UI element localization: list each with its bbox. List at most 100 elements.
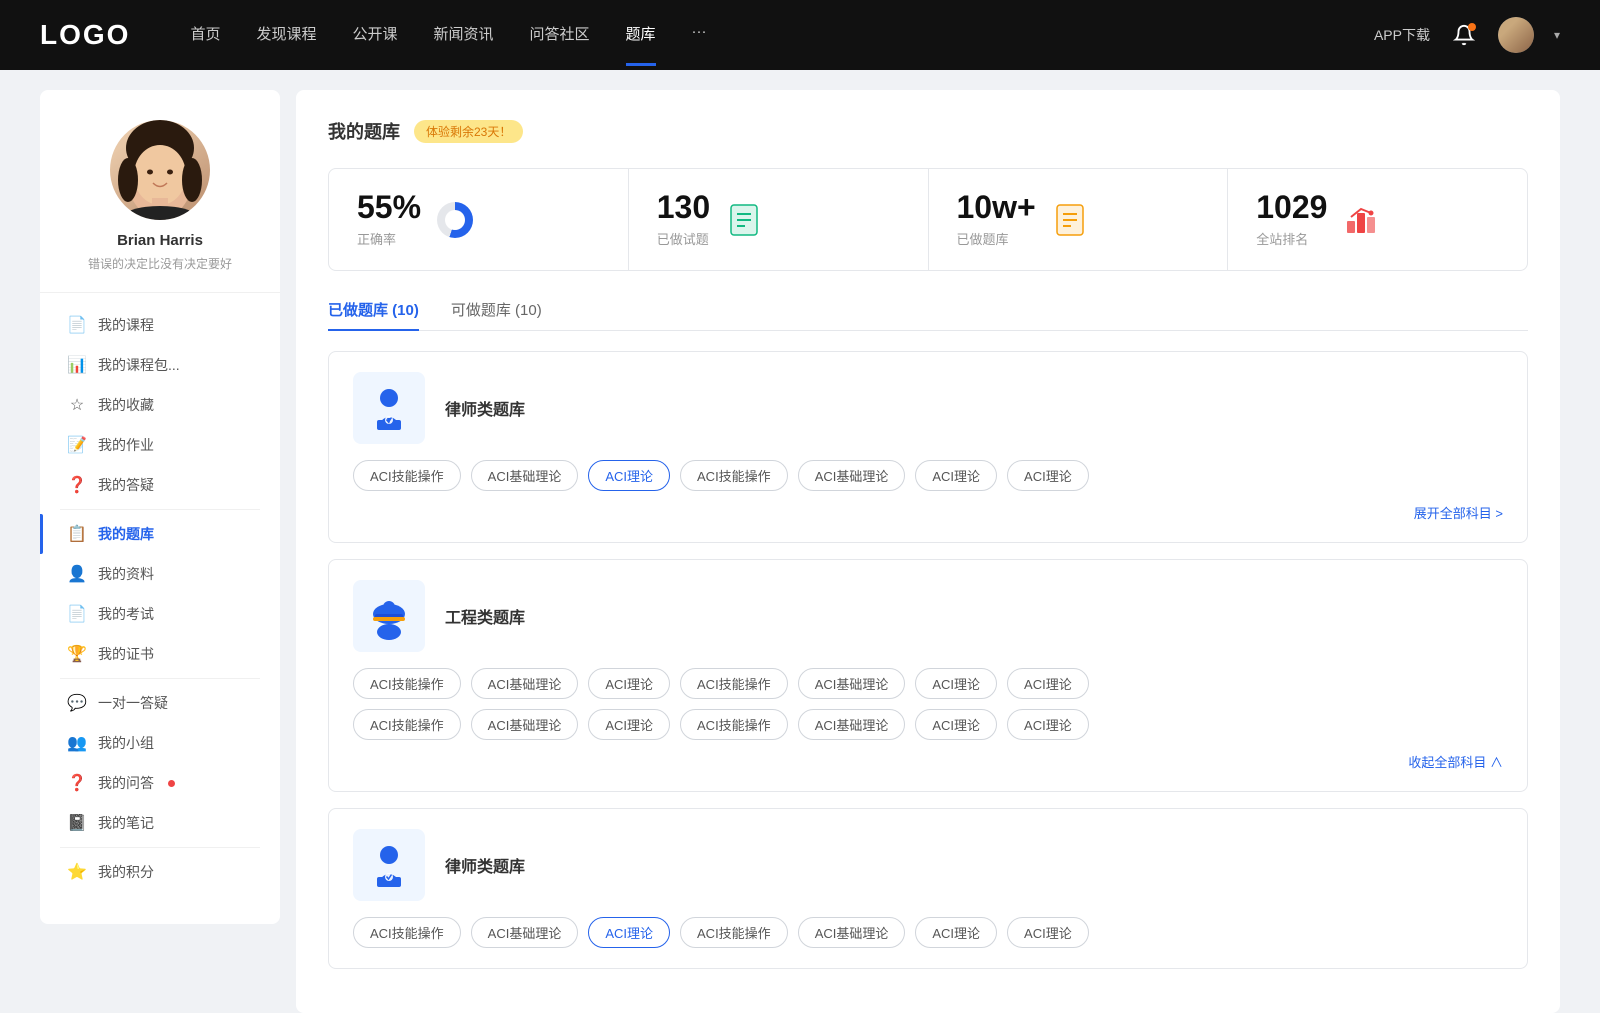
tag[interactable]: ACI理论 — [588, 709, 670, 740]
tag[interactable]: ACI理论 — [1007, 709, 1089, 740]
navbar-right: APP下载 ▾ — [1374, 17, 1560, 53]
sidebar-item-qa-my[interactable]: ❓ 我的答疑 — [40, 465, 280, 505]
tag[interactable]: ACI理论 — [588, 668, 670, 699]
category-tags-lawyer-2: ACI技能操作 ACI基础理论 ACI理论 ACI技能操作 ACI基础理论 AC… — [353, 917, 1503, 948]
sidebar-item-my-courses[interactable]: 📄 我的课程 — [40, 305, 280, 345]
sidebar-item-homework[interactable]: 📝 我的作业 — [40, 425, 280, 465]
tag[interactable]: ACI技能操作 — [680, 668, 788, 699]
sidebar-item-exam[interactable]: 📄 我的考试 — [40, 594, 280, 634]
stat-accuracy-value: 55% — [357, 191, 421, 223]
sidebar-item-profile[interactable]: 👤 我的资料 — [40, 554, 280, 594]
tag-active[interactable]: ACI理论 — [588, 917, 670, 948]
logo: LOGO — [40, 19, 130, 51]
stat-banks-value: 10w+ — [957, 191, 1036, 223]
tag[interactable]: ACI技能操作 — [680, 709, 788, 740]
sidebar-item-favorites[interactable]: ☆ 我的收藏 — [40, 385, 280, 425]
nav-item-quiz[interactable]: 题库 — [626, 23, 656, 48]
tag[interactable]: ACI技能操作 — [353, 917, 461, 948]
sidebar-divider-2 — [60, 678, 260, 679]
main-content: 我的题库 体验剩余23天！ 55% 正确率 130 已做试题 — [296, 90, 1560, 1013]
sidebar-item-course-packages[interactable]: 📊 我的课程包... — [40, 345, 280, 385]
tag[interactable]: ACI理论 — [915, 917, 997, 948]
nav-item-home[interactable]: 首页 — [190, 23, 220, 48]
tag[interactable]: ACI技能操作 — [353, 709, 461, 740]
rank-icon — [1343, 202, 1379, 238]
done-questions-icon — [726, 202, 762, 238]
engineer-icon-svg — [365, 592, 413, 640]
category-card-engineer: 工程类题库 ACI技能操作 ACI基础理论 ACI理论 ACI技能操作 ACI基… — [328, 559, 1528, 792]
tag-active[interactable]: ACI理论 — [588, 460, 670, 491]
questions-icon: ❓ — [68, 774, 86, 792]
tag[interactable]: ACI理论 — [1007, 917, 1089, 948]
cert-icon: 🏆 — [68, 645, 86, 663]
nav-item-news[interactable]: 新闻资讯 — [434, 23, 494, 48]
expand-button-1[interactable]: 展开全部科目 > — [353, 503, 1503, 522]
page-header: 我的题库 体验剩余23天！ — [328, 118, 1528, 144]
tag[interactable]: ACI基础理论 — [471, 917, 579, 948]
sidebar-item-points[interactable]: ⭐ 我的积分 — [40, 852, 280, 892]
collapse-button[interactable]: 收起全部科目 ∧ — [353, 752, 1503, 771]
category-icon-lawyer — [353, 372, 425, 444]
sidebar-item-label: 我的课程 — [98, 315, 154, 335]
sidebar-item-label: 我的证书 — [98, 644, 154, 664]
avatar[interactable] — [1498, 17, 1534, 53]
tag[interactable]: ACI基础理论 — [798, 709, 906, 740]
tag[interactable]: ACI技能操作 — [680, 460, 788, 491]
category-header: 律师类题库 — [353, 372, 1503, 444]
quiz-icon: 📋 — [68, 525, 86, 543]
tag[interactable]: ACI基础理论 — [471, 460, 579, 491]
tag[interactable]: ACI基础理论 — [798, 668, 906, 699]
group-icon: 👥 — [68, 734, 86, 752]
stat-rank-value: 1029 — [1256, 191, 1327, 223]
stat-done-banks: 10w+ 已做题库 — [929, 169, 1229, 270]
nav-item-qa[interactable]: 问答社区 — [530, 23, 590, 48]
app-download-button[interactable]: APP下载 — [1374, 25, 1430, 45]
unread-dot — [168, 780, 175, 787]
nav-item-more[interactable]: ··· — [692, 23, 707, 48]
category-tags-lawyer-1: ACI技能操作 ACI基础理论 ACI理论 ACI技能操作 ACI基础理论 AC… — [353, 460, 1503, 491]
packages-icon: 📊 — [68, 356, 86, 374]
tag[interactable]: ACI基础理论 — [798, 460, 906, 491]
tag[interactable]: ACI基础理论 — [798, 917, 906, 948]
sidebar-item-group[interactable]: 👥 我的小组 — [40, 723, 280, 763]
sidebar-item-certificate[interactable]: 🏆 我的证书 — [40, 634, 280, 674]
tag[interactable]: ACI技能操作 — [680, 917, 788, 948]
tag[interactable]: ACI理论 — [1007, 460, 1089, 491]
sidebar-item-notes[interactable]: 📓 我的笔记 — [40, 803, 280, 843]
tag[interactable]: ACI理论 — [1007, 668, 1089, 699]
category-icon-lawyer-2 — [353, 829, 425, 901]
navbar: LOGO 首页 发现课程 公开课 新闻资讯 问答社区 题库 ··· APP下载 … — [0, 0, 1600, 70]
notification-bell[interactable] — [1450, 21, 1478, 49]
stat-site-rank: 1029 全站排名 — [1228, 169, 1527, 270]
tag[interactable]: ACI技能操作 — [353, 668, 461, 699]
tab-available-banks[interactable]: 可做题库 (10) — [451, 299, 542, 330]
tag[interactable]: ACI基础理论 — [471, 709, 579, 740]
sidebar-item-label: 我的课程包... — [98, 355, 180, 375]
avatar-dropdown-icon[interactable]: ▾ — [1554, 28, 1560, 42]
sidebar-item-label: 我的考试 — [98, 604, 154, 624]
tag[interactable]: ACI基础理论 — [471, 668, 579, 699]
tag[interactable]: ACI理论 — [915, 709, 997, 740]
stat-rank-label: 全站排名 — [1256, 229, 1327, 248]
sidebar-item-label: 我的笔记 — [98, 813, 154, 833]
tag[interactable]: ACI理论 — [915, 668, 997, 699]
sidebar-item-quiz-bank[interactable]: 📋 我的题库 — [40, 514, 280, 554]
category-card-lawyer-1: 律师类题库 ACI技能操作 ACI基础理论 ACI理论 ACI技能操作 ACI基… — [328, 351, 1528, 543]
category-icon-engineer — [353, 580, 425, 652]
nav-item-discover[interactable]: 发现课程 — [256, 23, 316, 48]
tab-done-banks[interactable]: 已做题库 (10) — [328, 299, 419, 330]
homework-icon: 📝 — [68, 436, 86, 454]
tag[interactable]: ACI理论 — [915, 460, 997, 491]
stat-done-label: 已做试题 — [657, 229, 710, 248]
sidebar-motto: 错误的决定比没有决定要好 — [88, 255, 232, 272]
points-icon: ⭐ — [68, 863, 86, 881]
stat-accuracy: 55% 正确率 — [329, 169, 629, 270]
lawyer-icon-svg-2 — [365, 841, 413, 889]
stats-row: 55% 正确率 130 已做试题 — [328, 168, 1528, 271]
stat-done-values: 130 已做试题 — [657, 191, 710, 248]
nav-item-open[interactable]: 公开课 — [352, 23, 397, 48]
sidebar-item-one-on-one[interactable]: 💬 一对一答疑 — [40, 683, 280, 723]
nav-menu: 首页 发现课程 公开课 新闻资讯 问答社区 题库 ··· — [190, 23, 1374, 48]
sidebar-item-questions[interactable]: ❓ 我的问答 — [40, 763, 280, 803]
tag[interactable]: ACI技能操作 — [353, 460, 461, 491]
